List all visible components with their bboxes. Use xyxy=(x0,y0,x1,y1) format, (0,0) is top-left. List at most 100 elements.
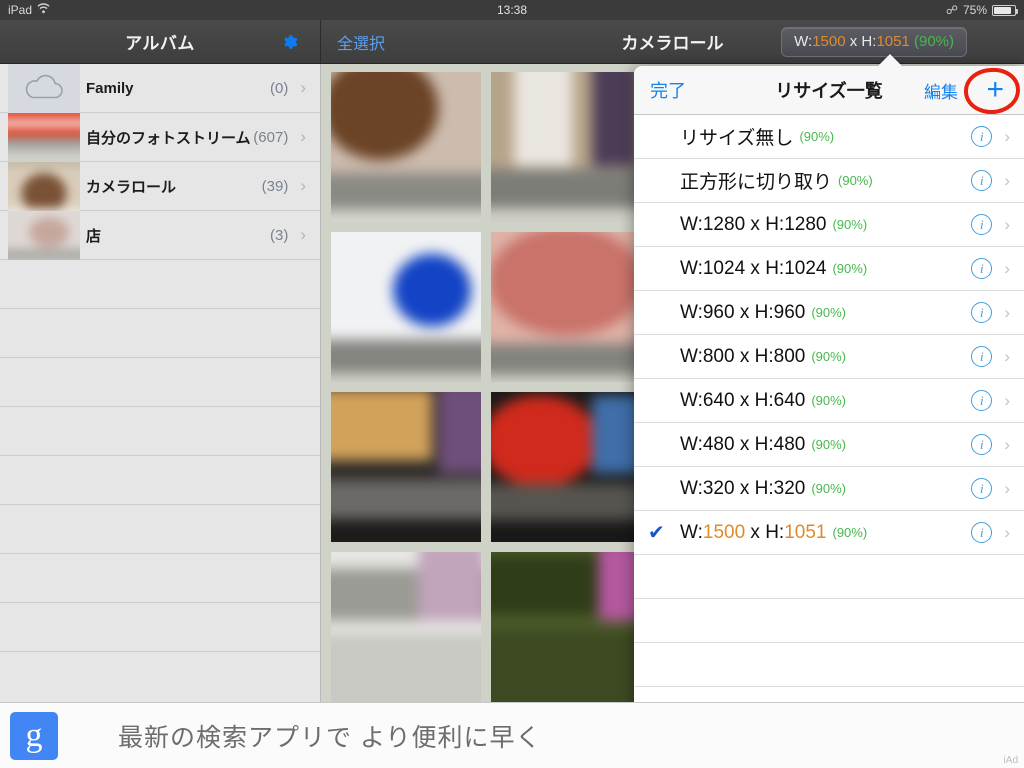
chevron-right-icon: › xyxy=(1004,302,1010,322)
photo-thumbnail[interactable] xyxy=(331,232,481,382)
resize-option-label: 正方形に切り取り xyxy=(680,172,833,193)
info-icon[interactable]: i xyxy=(971,522,993,543)
resize-height: 1051 xyxy=(876,33,910,50)
resize-option-percent: (90%) xyxy=(799,129,835,144)
popover-header: 完了 リサイズ一覧 編集 + xyxy=(634,66,1024,116)
resize-option-row[interactable]: リサイズ無し (90%) i › xyxy=(634,115,1024,159)
info-icon[interactable]: i xyxy=(971,478,993,499)
resize-list-popover: 完了 リサイズ一覧 編集 + リサイズ無し (90%) i › 正方形に切り取り… xyxy=(634,66,1024,756)
album-name: カメラロール xyxy=(86,178,177,196)
empty-list-row xyxy=(634,555,1024,599)
album-list-empty-row xyxy=(0,309,320,358)
row-accessories: i › xyxy=(971,434,1010,455)
info-icon[interactable]: i xyxy=(971,434,993,455)
row-accessories: i › xyxy=(971,126,1010,147)
resize-width: 1500 xyxy=(812,33,846,50)
status-bar-time: 13:38 xyxy=(496,3,528,17)
chevron-right-icon: › xyxy=(1004,126,1010,146)
resize-option-row[interactable]: W:640 x H:640 (90%) i › xyxy=(634,379,1024,423)
selected-width: 1500 xyxy=(702,521,746,543)
info-icon[interactable]: i xyxy=(971,390,993,411)
album-list-empty-row xyxy=(0,260,320,309)
album-list-item[interactable]: Family (0) › xyxy=(0,64,320,113)
popover-title: リサイズ一覧 xyxy=(775,81,883,101)
album-thumbnail xyxy=(8,64,80,113)
resize-option-row[interactable]: 正方形に切り取り (90%) i › xyxy=(634,159,1024,203)
album-thumbnail xyxy=(8,211,80,260)
resize-option-percent: (90%) xyxy=(811,393,847,408)
resize-option-label: W:480 x H:480 xyxy=(680,433,806,455)
bluetooth-icon: ☍ xyxy=(945,3,958,17)
ad-banner[interactable]: g 最新の検索アプリで より便利に早く iAd xyxy=(0,702,1024,768)
plus-icon[interactable]: + xyxy=(986,75,1004,105)
resize-option-label: W:320 x H:320 xyxy=(680,477,806,499)
resize-option-row[interactable]: W:800 x H:800 (90%) i › xyxy=(634,335,1024,379)
chevron-right-icon: › xyxy=(300,225,306,244)
resize-size-button[interactable]: W:1500 x H:1051 (90%) xyxy=(781,27,967,57)
chevron-right-icon: › xyxy=(1004,170,1010,190)
album-sidebar: Family (0) › 自分のフォトストリーム (607) › カメラロール xyxy=(0,64,321,768)
iad-label: iAd xyxy=(1003,755,1018,766)
resize-option-label: リサイズ無し xyxy=(680,128,794,149)
album-thumbnail xyxy=(8,162,80,211)
cloud-icon xyxy=(21,71,67,106)
selected-prefix: W: xyxy=(680,521,703,543)
resize-option-percent: (90%) xyxy=(838,173,873,188)
info-icon[interactable]: i xyxy=(971,170,993,191)
info-icon[interactable]: i xyxy=(971,214,993,235)
resize-prefix: W: xyxy=(794,33,813,50)
resize-option-row[interactable]: W:480 x H:480 (90%) i › xyxy=(634,423,1024,467)
album-list-item[interactable]: カメラロール (39) › xyxy=(0,162,320,211)
photo-thumbnail[interactable] xyxy=(491,392,641,542)
album-count: (39) xyxy=(261,177,289,195)
status-bar-right: ☍ 75% xyxy=(945,3,1018,17)
resize-option-row[interactable]: W:1024 x H:1024 (90%) i › xyxy=(634,247,1024,291)
album-list-empty-row xyxy=(0,603,320,652)
empty-list-row xyxy=(634,599,1024,643)
info-icon[interactable]: i xyxy=(971,346,993,367)
album-name: 自分のフォトストリーム xyxy=(86,129,251,147)
album-list-empty-row xyxy=(0,358,320,407)
resize-option-percent: (90%) xyxy=(811,349,847,364)
resize-option-percent: (90%) xyxy=(811,481,847,496)
resize-option-row[interactable]: W:1280 x H:1280 (90%) i › xyxy=(634,203,1024,247)
resize-option-percent: (90%) xyxy=(811,437,847,452)
gear-icon[interactable] xyxy=(280,33,298,51)
row-accessories: i › xyxy=(971,478,1010,499)
resize-option-row[interactable]: W:960 x H:960 (90%) i › xyxy=(634,291,1024,335)
album-count: (3) xyxy=(269,226,289,244)
photo-thumbnail[interactable] xyxy=(491,72,641,222)
album-list-empty-row xyxy=(0,554,320,603)
resize-option-percent: (90%) xyxy=(832,217,868,232)
info-icon[interactable]: i xyxy=(971,126,993,147)
photo-thumbnail[interactable] xyxy=(331,72,481,222)
chevron-right-icon: › xyxy=(1004,214,1010,234)
row-accessories: i › xyxy=(971,214,1010,235)
resize-option-label: W:1500 x H:1051 xyxy=(680,522,827,544)
main-nav-bar: 全選択 カメラロール W:1500 x H:1051 (90%) xyxy=(321,20,1024,64)
resize-option-row-selected[interactable]: ✔ W:1500 x H:1051 (90%) i › xyxy=(634,511,1024,555)
resize-option-row[interactable]: W:320 x H:320 (90%) i › xyxy=(634,467,1024,511)
chevron-right-icon: › xyxy=(1004,390,1010,410)
resize-option-label: W:960 x H:960 xyxy=(680,301,806,323)
chevron-right-icon: › xyxy=(300,127,306,146)
chevron-right-icon: › xyxy=(1004,478,1010,498)
empty-list-row xyxy=(634,643,1024,687)
google-g-logo-icon: g xyxy=(10,711,58,760)
album-list-item[interactable]: 自分のフォトストリーム (607) › xyxy=(0,113,320,162)
album-list-empty-row xyxy=(0,456,320,505)
photo-thumbnail[interactable] xyxy=(331,552,481,702)
resize-option-percent: (90%) xyxy=(811,305,847,320)
resize-percent: (90%) xyxy=(909,33,954,50)
album-name: Family xyxy=(86,79,134,97)
photo-thumbnail[interactable] xyxy=(491,552,641,702)
info-icon[interactable]: i xyxy=(971,258,993,279)
edit-button[interactable]: 編集 xyxy=(924,78,958,103)
album-list-item[interactable]: 店 (3) › xyxy=(0,211,320,260)
info-icon[interactable]: i xyxy=(971,302,993,323)
photo-thumbnail[interactable] xyxy=(331,392,481,542)
photo-thumbnail[interactable] xyxy=(491,232,641,382)
album-thumbnail xyxy=(8,113,80,162)
resize-option-percent: (90%) xyxy=(832,525,868,540)
battery-icon xyxy=(992,4,1018,16)
